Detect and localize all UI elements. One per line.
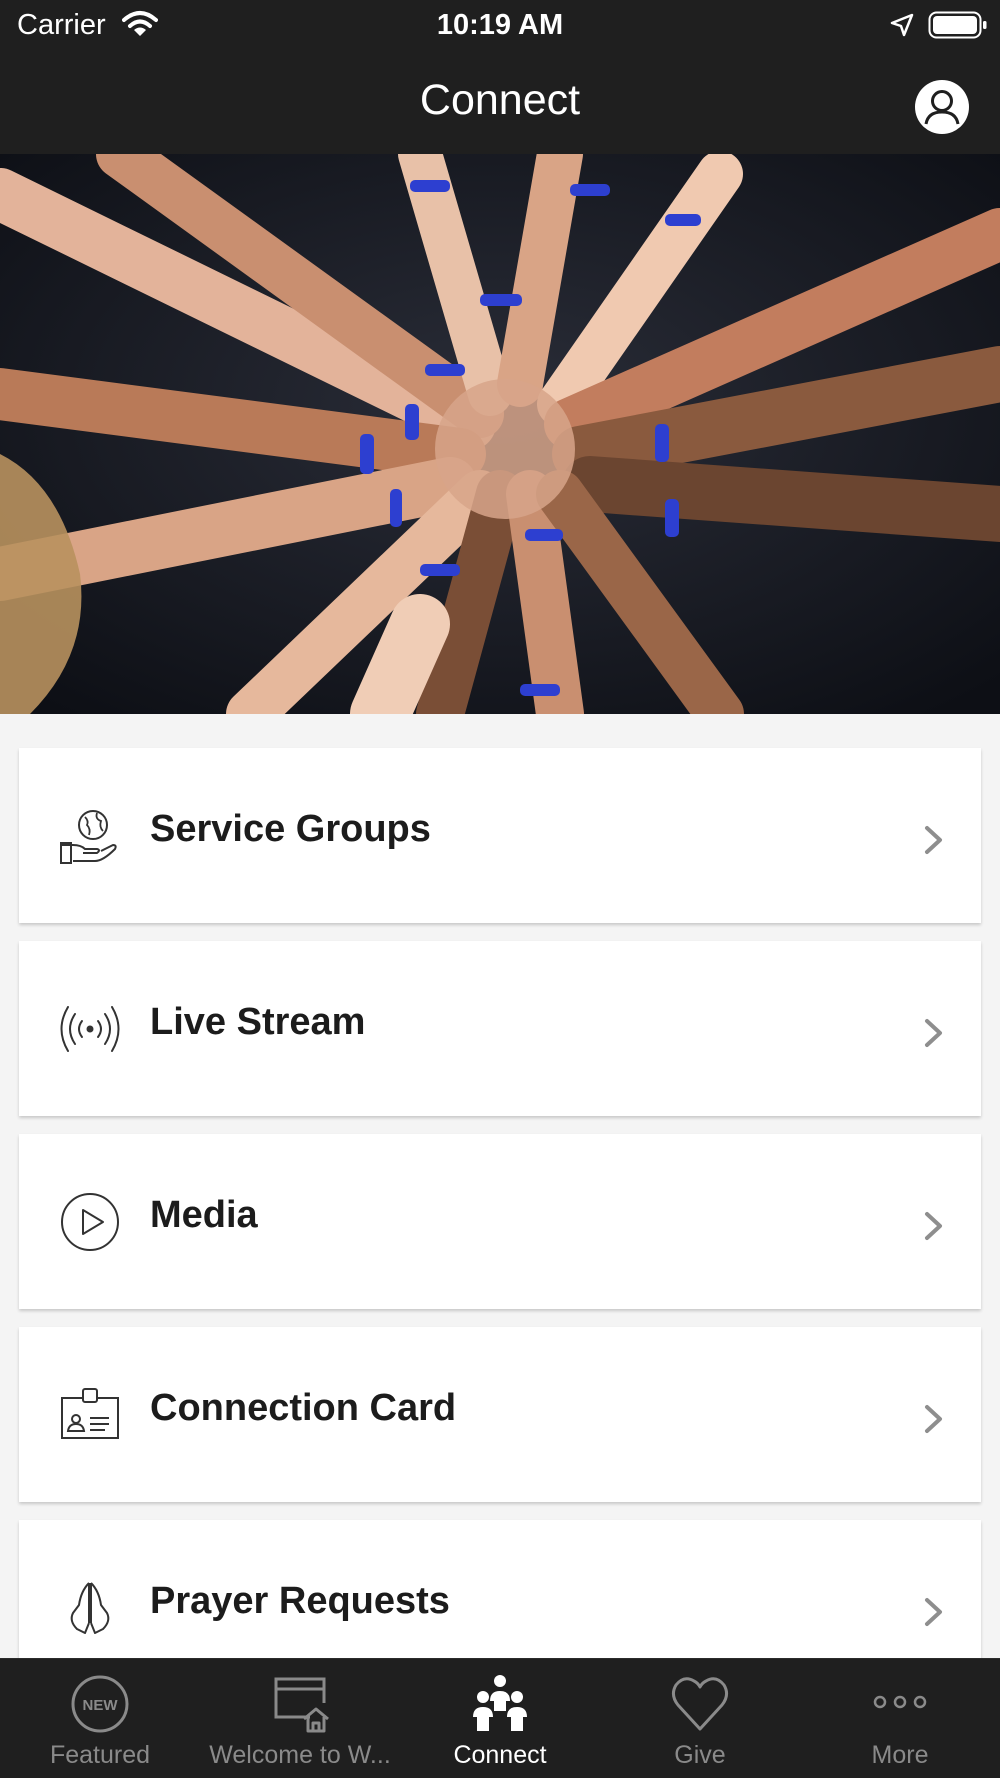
people-group-icon — [473, 1675, 527, 1731]
play-circle-icon — [61, 1193, 119, 1251]
id-card-icon — [61, 1388, 119, 1439]
battery-icon — [928, 11, 987, 39]
menu-item-connection-card[interactable]: Connection Card — [19, 1327, 981, 1502]
hero-image — [0, 154, 1000, 714]
tab-label: Connect — [453, 1741, 547, 1769]
tab-connect[interactable]: Connect — [400, 1659, 600, 1778]
chevron-right-icon — [925, 1405, 942, 1433]
menu-item-label: Connection Card — [150, 1387, 457, 1429]
tab-welcome[interactable]: Welcome to W... — [200, 1659, 400, 1778]
clock: 10:19 AM — [436, 9, 564, 41]
chevron-right-icon — [925, 1212, 942, 1240]
menu-item-label: Prayer Requests — [150, 1580, 450, 1622]
tab-featured[interactable]: NEW Featured — [0, 1659, 200, 1778]
menu-item-label: Service Groups — [150, 808, 431, 850]
tab-label: More — [871, 1741, 929, 1769]
svg-text:NEW: NEW — [83, 1697, 119, 1714]
browser-home-icon — [274, 1677, 329, 1733]
chevron-right-icon — [925, 1598, 942, 1626]
page-title: Connect — [419, 76, 581, 124]
location-arrow-icon — [890, 13, 914, 37]
menu-item-service-groups[interactable]: Service Groups — [19, 748, 981, 923]
status-bar: Carrier 10:19 AM — [0, 0, 1000, 52]
tab-label: Give — [674, 1741, 726, 1769]
stacked-hands-photo — [0, 154, 1000, 714]
new-badge-icon: NEW — [71, 1675, 129, 1733]
tab-label: Welcome to W... — [209, 1741, 391, 1769]
globe-in-hand-icon — [60, 810, 117, 864]
broadcast-icon — [60, 1006, 120, 1052]
chevron-right-icon — [925, 826, 942, 854]
more-dots-icon — [873, 1695, 927, 1709]
tab-label: Featured — [49, 1741, 151, 1769]
menu-item-live-stream[interactable]: Live Stream — [19, 941, 981, 1116]
praying-hands-icon — [70, 1582, 110, 1634]
tab-more[interactable]: More — [800, 1659, 1000, 1778]
nav-bar: Connect — [0, 52, 1000, 154]
tab-bar: NEW Featured Welcome to W... Connect Giv… — [0, 1658, 1000, 1778]
menu-item-label: Media — [150, 1194, 258, 1236]
heart-icon — [671, 1677, 729, 1731]
menu-item-media[interactable]: Media — [19, 1134, 981, 1309]
tab-give[interactable]: Give — [600, 1659, 800, 1778]
menu-item-label: Live Stream — [150, 1001, 366, 1043]
person-circle-icon[interactable] — [914, 79, 970, 135]
chevron-right-icon — [925, 1019, 942, 1047]
